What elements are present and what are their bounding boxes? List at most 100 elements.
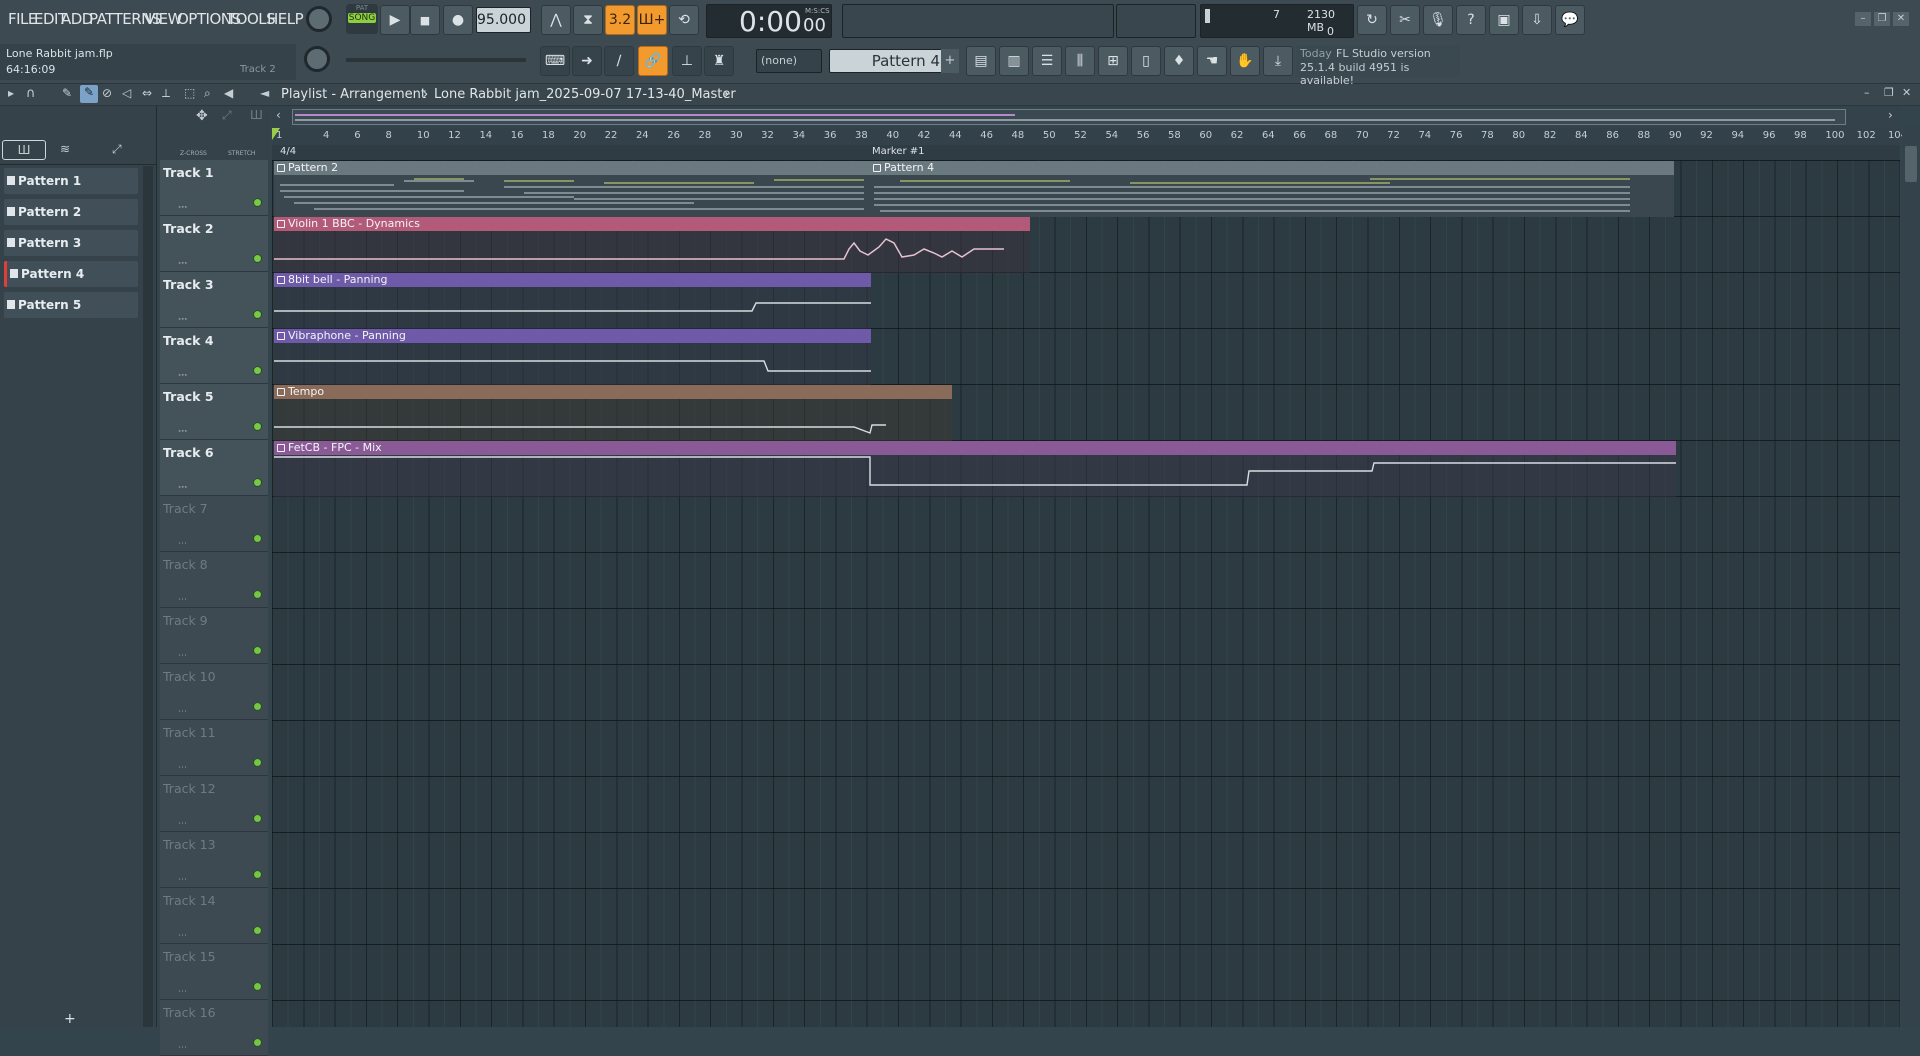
tempo-tapper-button[interactable]: ✋ bbox=[1230, 46, 1260, 76]
step-edit-button[interactable]: Ш+ bbox=[637, 5, 667, 35]
track-mute-led-icon[interactable] bbox=[253, 534, 262, 543]
track-header[interactable]: Track 12 ⋯ bbox=[160, 776, 268, 832]
pattern-selector[interactable]: Pattern 4 bbox=[829, 49, 951, 73]
metronome-button[interactable]: ⋀ bbox=[541, 5, 571, 35]
time-display[interactable]: 0:00 00 M:S:CS bbox=[706, 4, 832, 38]
track-header[interactable]: Track 1 ⋯ bbox=[160, 160, 268, 216]
plugin-picker-button[interactable]: ♜ bbox=[704, 46, 734, 76]
clip-fpc-mix[interactable]: FetCB - FPC - Mix bbox=[274, 441, 1676, 497]
piano-roll-view-button[interactable]: ▥ bbox=[999, 46, 1029, 76]
track-mute-led-icon[interactable] bbox=[253, 310, 262, 319]
timeline-ruler[interactable]: 1 4 6 8 10 12 14 16 18 20 22 24 26 28 30 32 34 36 38 40 42 44… bbox=[272, 128, 1907, 145]
breadcrumb[interactable]: Lone Rabbit jam_2025-09-07 17-13-40_Mast… bbox=[434, 87, 736, 102]
tool-arrows-icon[interactable]: ✥ bbox=[196, 108, 208, 124]
clip-violin-dynamics[interactable]: Violin 1 BBC - Dynamics bbox=[274, 217, 1030, 273]
record-button[interactable]: ● bbox=[443, 5, 473, 35]
chat-button[interactable]: 💬 bbox=[1555, 5, 1585, 35]
playlist-restore-icon[interactable]: ❐ bbox=[1884, 86, 1894, 99]
playback-tool-icon[interactable]: ◀ bbox=[224, 86, 233, 100]
stretch-label[interactable]: STRETCH bbox=[228, 150, 255, 157]
track-mute-led-icon[interactable] bbox=[253, 254, 262, 263]
scroll-right-icon[interactable]: › bbox=[1888, 108, 1893, 122]
track-mute-led-icon[interactable] bbox=[253, 702, 262, 711]
clip-tempo[interactable]: Tempo bbox=[274, 385, 952, 441]
track-mute-led-icon[interactable] bbox=[253, 982, 262, 991]
track-mute-led-icon[interactable] bbox=[253, 814, 262, 823]
pattern-picker-tab[interactable]: Ш bbox=[2, 140, 46, 160]
audio-picker-tab[interactable]: ≋ bbox=[60, 142, 70, 156]
marker-lane[interactable]: 4/4 Marker #1 bbox=[272, 145, 1900, 160]
track-header[interactable]: Track 8 ⋯ bbox=[160, 552, 268, 608]
track-header[interactable]: Track 7 ⋯ bbox=[160, 496, 268, 552]
slip-tool-icon[interactable]: ⇔ bbox=[142, 86, 152, 100]
track-mute-led-icon[interactable] bbox=[253, 590, 262, 599]
mute-tool-icon[interactable]: ◁ bbox=[122, 86, 131, 100]
channel-rack-view-button[interactable]: ☰ bbox=[1032, 46, 1062, 76]
timesig-label[interactable]: 4/4 bbox=[280, 146, 296, 157]
pattern-item-4[interactable]: Pattern 4 bbox=[4, 261, 138, 287]
playlist-close-icon[interactable]: ✕ bbox=[1902, 86, 1911, 99]
render-button[interactable]: ⇩ bbox=[1522, 5, 1552, 35]
menu-file[interactable]: FILE bbox=[8, 10, 37, 28]
news-panel[interactable]: Today FL Studio version 25.1.4 build 495… bbox=[1296, 45, 1460, 87]
track-mute-led-icon[interactable] bbox=[253, 870, 262, 879]
paint-tool-icon[interactable]: ✎ bbox=[80, 85, 98, 103]
track-header[interactable]: Track 2 ⋯ bbox=[160, 216, 268, 272]
scroll-left-icon[interactable]: ‹ bbox=[276, 108, 281, 122]
menu-help[interactable]: HELP bbox=[267, 10, 304, 28]
play-button[interactable]: ▶ bbox=[380, 5, 410, 35]
master-volume-knob-icon[interactable] bbox=[306, 6, 332, 32]
arrangement-grid[interactable]: Pattern 2 Pattern 4 Violin 1 BBC - Dynam… bbox=[272, 160, 1900, 1027]
delete-tool-icon[interactable]: ⊘ bbox=[102, 86, 112, 100]
track-header[interactable]: Track 10 ⋯ bbox=[160, 664, 268, 720]
master-pitch-slider[interactable] bbox=[346, 58, 526, 62]
help-button[interactable]: ? bbox=[1456, 5, 1486, 35]
download-button[interactable]: ⤓ bbox=[1263, 46, 1293, 76]
pattern-link-icon[interactable]: Ш bbox=[250, 108, 263, 122]
track-mute-led-icon[interactable] bbox=[253, 422, 262, 431]
track-header[interactable]: Track 16 ⋯ bbox=[160, 1000, 268, 1056]
restore-button[interactable]: ❐ bbox=[1874, 12, 1890, 26]
playlist-minimize-icon[interactable]: – bbox=[1864, 86, 1870, 99]
vertical-scrollbar[interactable] bbox=[1902, 124, 1920, 1027]
piano-roll-button[interactable]: ⌨ bbox=[540, 46, 570, 76]
link-button[interactable]: 🔗 bbox=[638, 46, 668, 76]
clip-8bit-panning[interactable]: 8bit bell - Panning bbox=[274, 273, 871, 329]
clip-pattern-2[interactable]: Pattern 2 bbox=[274, 161, 870, 217]
automation-picker-tab[interactable]: ⤢ bbox=[112, 142, 122, 157]
track-header[interactable]: Track 15 ⋯ bbox=[160, 944, 268, 1000]
plugin-database-button[interactable]: ♦ bbox=[1164, 46, 1194, 76]
track-header[interactable]: Track 5 ⋯ bbox=[160, 384, 268, 440]
zoom-tool-icon[interactable]: ⌕ bbox=[204, 86, 211, 101]
add-item-button[interactable]: + bbox=[64, 1011, 76, 1027]
scroll-thumb[interactable] bbox=[292, 109, 1846, 125]
close-button[interactable]: ✕ bbox=[1893, 12, 1909, 26]
picker-scrollbar[interactable] bbox=[143, 166, 153, 1027]
stop-button[interactable]: ■ bbox=[410, 5, 440, 35]
mixer-slider-button[interactable]: ⊥ bbox=[672, 46, 702, 76]
track-mute-led-icon[interactable] bbox=[253, 198, 262, 207]
undo-button[interactable]: ↻ bbox=[1357, 5, 1387, 35]
countdown-button[interactable]: 3.2 bbox=[605, 5, 635, 35]
pat-song-toggle[interactable]: PAT SONG bbox=[346, 4, 378, 34]
browser-view-button[interactable]: ⊞ bbox=[1098, 46, 1128, 76]
pattern-item-3[interactable]: Pattern 3 bbox=[4, 230, 138, 256]
add-pattern-button[interactable]: + bbox=[941, 49, 959, 73]
track-header[interactable]: Track 11 ⋯ bbox=[160, 720, 268, 776]
wait-input-button[interactable]: ⧗ bbox=[573, 5, 603, 35]
track-mute-led-icon[interactable] bbox=[253, 758, 262, 767]
vertical-scroll-thumb[interactable] bbox=[1905, 146, 1917, 182]
pattern-item-1[interactable]: Pattern 1 bbox=[4, 168, 138, 194]
track-header[interactable]: Track 3 ⋯ bbox=[160, 272, 268, 328]
slice-tool-icon[interactable]: ⟂ bbox=[162, 86, 170, 101]
cut-button[interactable]: ✂ bbox=[1390, 5, 1420, 35]
minimize-button[interactable]: – bbox=[1855, 12, 1871, 26]
audio-input-button[interactable]: 🎙 bbox=[1423, 5, 1453, 35]
track-header[interactable]: Track 6 ⋯ bbox=[160, 440, 268, 496]
loop-record-button[interactable]: ⟲ bbox=[669, 5, 699, 35]
master-pitch-knob-icon[interactable] bbox=[304, 46, 330, 72]
magnet-icon[interactable]: ∩ bbox=[26, 86, 36, 101]
track-mute-led-icon[interactable] bbox=[253, 366, 262, 375]
track-mute-led-icon[interactable] bbox=[253, 1038, 262, 1047]
track-header[interactable]: Track 14 ⋯ bbox=[160, 888, 268, 944]
